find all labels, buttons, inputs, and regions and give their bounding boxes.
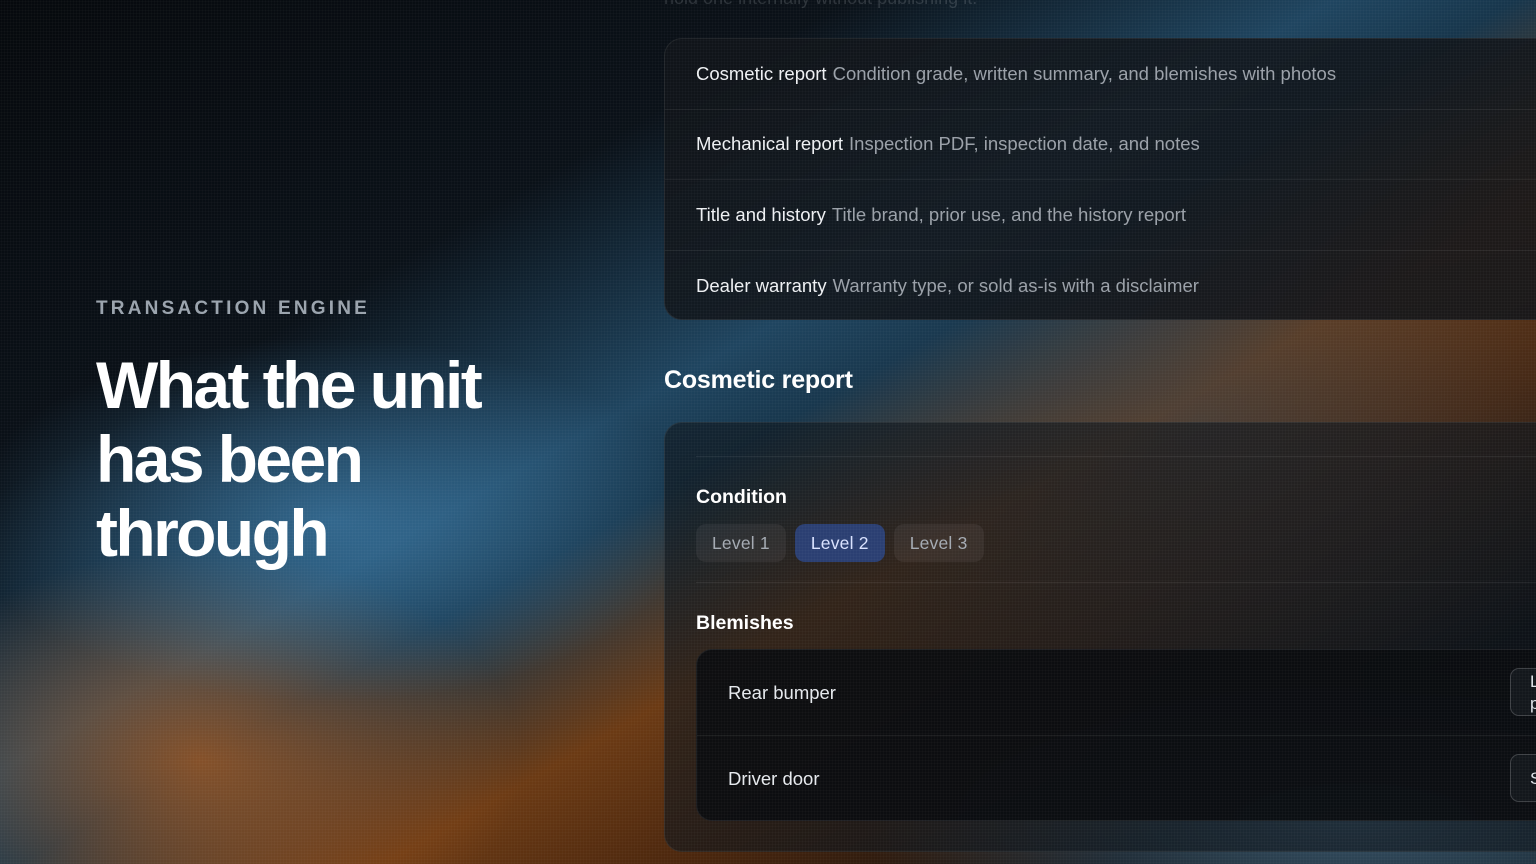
section-title: Cosmetic report <box>696 62 827 84</box>
section-description: Condition grade, written summary, and bl… <box>832 62 1337 84</box>
section-description: Title brand, prior use, and the history … <box>831 203 1186 225</box>
section-row-title-history[interactable]: Title and history Title brand, prior use… <box>665 180 1536 251</box>
headline-line-2: has been <box>96 422 364 496</box>
headline-line-3: through <box>96 496 330 570</box>
section-title: Dealer warranty <box>696 274 827 296</box>
section-title: Title and history <box>696 203 826 225</box>
blemish-select-value: S <box>1530 769 1536 788</box>
eyebrow-label: TRANSACTION ENGINE <box>96 298 370 319</box>
level-3-option[interactable]: Level 3 <box>893 524 984 562</box>
blemish-name: Rear bumper <box>728 681 836 703</box>
faded-intro-text: hold one internally without publishing i… <box>664 0 977 9</box>
cosmetic-report-heading: Cosmetic report <box>664 366 853 394</box>
condition-level-selector: Level 1 Level 2 Level 3 <box>696 524 984 562</box>
blemish-select[interactable]: L p <box>1510 668 1536 716</box>
page-headline: What the unit has been through <box>96 348 556 570</box>
blemish-name: Driver door <box>728 768 820 789</box>
section-row-cosmetic[interactable]: Cosmetic report Condition grade, written… <box>665 39 1536 110</box>
hero: TRANSACTION ENGINE What the unit has bee… <box>96 298 556 570</box>
page: hold one internally without publishing i… <box>0 0 1536 864</box>
level-2-option[interactable]: Level 2 <box>794 524 885 562</box>
headline-line-1: What the unit <box>96 348 483 422</box>
condition-label: Condition <box>696 486 787 508</box>
section-description: Warranty type, or sold as-is with a disc… <box>832 274 1199 296</box>
blemish-row-rear-bumper: Rear bumper L p <box>697 650 1536 736</box>
blemish-select[interactable]: S <box>1510 754 1536 802</box>
blemishes-label: Blemishes <box>696 612 794 634</box>
blemishes-list: Rear bumper L p Driver door S <box>696 649 1536 821</box>
blemish-select-value: L p <box>1530 672 1536 713</box>
report-sections-list: Cosmetic report Condition grade, written… <box>664 38 1536 320</box>
divider <box>696 456 1536 457</box>
level-1-option[interactable]: Level 1 <box>696 524 786 562</box>
section-title: Mechanical report <box>696 133 844 155</box>
blemish-row-driver-door: Driver door S <box>697 736 1536 820</box>
cosmetic-report-card: Condition Level 1 Level 2 Level 3 Blemis… <box>664 422 1536 852</box>
section-row-mechanical[interactable]: Mechanical report Inspection PDF, inspec… <box>665 110 1536 180</box>
section-description: Inspection PDF, inspection date, and not… <box>849 133 1200 155</box>
section-row-dealer-warranty[interactable]: Dealer warranty Warranty type, or sold a… <box>665 251 1536 320</box>
divider <box>696 582 1536 583</box>
